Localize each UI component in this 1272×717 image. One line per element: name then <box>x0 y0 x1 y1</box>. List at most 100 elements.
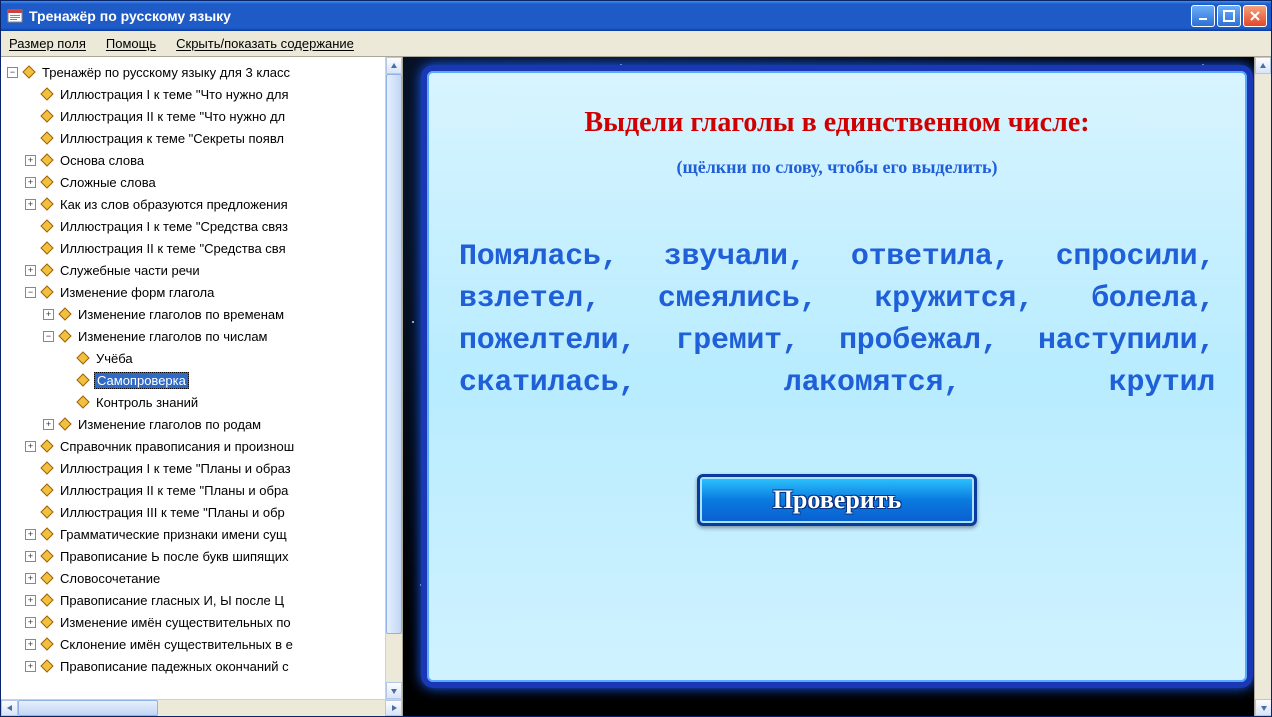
expand-icon[interactable]: + <box>25 177 36 188</box>
diamond-icon <box>58 307 72 321</box>
titlebar[interactable]: Тренажёр по русскому языку <box>1 1 1271 31</box>
tree-node[interactable]: Самопроверка <box>7 369 402 391</box>
tree-node[interactable]: + Правописание гласных И, Ы после Ц <box>7 589 402 611</box>
expander-blank <box>25 111 36 122</box>
tree-node[interactable]: Иллюстрация к теме "Секреты появл <box>7 127 402 149</box>
scroll-right-button[interactable] <box>385 700 402 716</box>
tree-node[interactable]: Иллюстрация II к теме "Средства свя <box>7 237 402 259</box>
diamond-icon <box>40 175 54 189</box>
word[interactable]: взлетел <box>459 282 583 316</box>
diamond-icon <box>76 351 90 365</box>
expand-icon[interactable]: + <box>25 441 36 452</box>
content-pane: Выдели глаголы в единственном числе: (щё… <box>403 57 1271 716</box>
collapse-icon[interactable]: − <box>7 67 18 78</box>
tree-node[interactable]: + Изменение имён существительных по <box>7 611 402 633</box>
scroll-down-button[interactable] <box>386 682 402 699</box>
tree-node-label: Как из слов образуются предложения <box>58 197 290 212</box>
tree-node[interactable]: Учёба <box>7 347 402 369</box>
word[interactable]: пожелтели <box>459 324 618 358</box>
scroll-up-button[interactable] <box>386 57 402 74</box>
expand-icon[interactable]: + <box>25 529 36 540</box>
word[interactable]: звучали <box>664 240 788 274</box>
hscroll-thumb[interactable] <box>18 700 158 716</box>
maximize-button[interactable] <box>1217 5 1241 27</box>
tree-view[interactable]: −Тренажёр по русскому языку для 3 класс И… <box>1 57 402 699</box>
word[interactable]: спросили <box>1056 240 1198 274</box>
scroll-left-button[interactable] <box>1 700 18 716</box>
app-window: Тренажёр по русскому языку Размер поля П… <box>0 0 1272 717</box>
tree-node[interactable]: +Справочник правописания и произнош <box>7 435 402 457</box>
word[interactable]: кружится <box>874 282 1016 316</box>
expand-icon[interactable]: + <box>25 155 36 166</box>
tree-node[interactable]: +Словосочетание <box>7 567 402 589</box>
tree-node[interactable]: −Изменение глаголов по числам <box>7 325 402 347</box>
tree-node-label: Основа слова <box>58 153 146 168</box>
tree-node[interactable]: + Основа слова <box>7 149 402 171</box>
word[interactable]: лакомятся <box>784 366 943 400</box>
tree-node[interactable]: Иллюстрация I к теме "Средства связ <box>7 215 402 237</box>
expand-icon[interactable]: + <box>25 573 36 584</box>
diamond-icon <box>40 131 54 145</box>
tree-node[interactable]: Иллюстрация I к теме "Что нужно для <box>7 83 402 105</box>
tree-node[interactable]: − Изменение форм глагола <box>7 281 402 303</box>
word[interactable]: наступили <box>1038 324 1197 358</box>
word[interactable]: болела <box>1091 282 1197 316</box>
minimize-button[interactable] <box>1191 5 1215 27</box>
tree-node-label: Учёба <box>94 351 135 366</box>
tree-node-label: Изменение глаголов по родам <box>76 417 263 432</box>
tree-node-label: Изменение глаголов по временам <box>76 307 286 322</box>
content-scroll-up-button[interactable] <box>1255 57 1271 74</box>
expand-icon[interactable]: + <box>25 617 36 628</box>
expand-icon[interactable]: + <box>25 265 36 276</box>
menu-field-size[interactable]: Размер поля <box>9 36 86 51</box>
word[interactable]: скатилась <box>459 366 618 400</box>
tree-node[interactable]: + Как из слов образуются предложения <box>7 193 402 215</box>
menu-toggle-toc[interactable]: Скрыть/показать содержание <box>176 36 354 51</box>
tree-node[interactable]: Иллюстрация I к теме "Планы и образ <box>7 457 402 479</box>
sidebar: −Тренажёр по русскому языку для 3 класс И… <box>1 57 403 716</box>
expand-icon[interactable]: + <box>25 199 36 210</box>
tree-vertical-scrollbar[interactable] <box>385 57 402 699</box>
tree-node-label: Изменение форм глагола <box>58 285 216 300</box>
word[interactable]: ответила <box>851 240 993 274</box>
menu-help[interactable]: Помощь <box>106 36 156 51</box>
collapse-icon[interactable]: − <box>25 287 36 298</box>
expand-icon[interactable]: + <box>43 309 54 320</box>
tree-horizontal-scrollbar[interactable] <box>1 699 402 716</box>
word[interactable]: крутил <box>1109 366 1215 400</box>
tree-node-label: Правописание гласных И, Ы после Ц <box>58 593 286 608</box>
tree-node[interactable]: +Склонение имён существительных в е <box>7 633 402 655</box>
scroll-thumb[interactable] <box>386 74 402 634</box>
word[interactable]: пробежал <box>839 324 981 358</box>
expand-icon[interactable]: + <box>25 551 36 562</box>
tree-node[interactable]: +Правописание Ь после букв шипящих <box>7 545 402 567</box>
tree-node[interactable]: Иллюстрация II к теме "Что нужно дл <box>7 105 402 127</box>
tree-node-label: Иллюстрация II к теме "Средства свя <box>58 241 288 256</box>
tree-node[interactable]: +Правописание падежных окончаний с <box>7 655 402 677</box>
tree-node[interactable]: Иллюстрация II к теме "Планы и обра <box>7 479 402 501</box>
tree-node[interactable]: + Изменение глаголов по родам <box>7 413 402 435</box>
expand-icon[interactable]: + <box>25 639 36 650</box>
close-button[interactable] <box>1243 5 1267 27</box>
content-vertical-scrollbar[interactable] <box>1254 57 1271 716</box>
word[interactable]: гремит <box>676 324 782 358</box>
exercise-hint: (щёлкни по слову, чтобы его выделить) <box>453 157 1221 178</box>
tree-node[interactable]: Иллюстрация III к теме "Планы и обр <box>7 501 402 523</box>
expand-icon[interactable]: + <box>25 595 36 606</box>
tree-node[interactable]: −Тренажёр по русскому языку для 3 класс <box>7 61 402 83</box>
tree-node-label: Изменение имён существительных по <box>58 615 293 630</box>
tree-node[interactable]: +Служебные части речи <box>7 259 402 281</box>
tree-node[interactable]: +Сложные слова <box>7 171 402 193</box>
tree-node[interactable]: Контроль знаний <box>7 391 402 413</box>
word[interactable]: смеялись <box>658 282 800 316</box>
check-button[interactable]: Проверить <box>697 474 977 526</box>
tree-node[interactable]: + Изменение глаголов по временам <box>7 303 402 325</box>
word[interactable]: Помялась <box>459 240 601 274</box>
expand-icon[interactable]: + <box>25 661 36 672</box>
tree-node[interactable]: +Грамматические признаки имени сущ <box>7 523 402 545</box>
collapse-icon[interactable]: − <box>43 331 54 342</box>
diamond-icon <box>40 483 54 497</box>
content-scroll-down-button[interactable] <box>1255 699 1271 716</box>
expand-icon[interactable]: + <box>43 419 54 430</box>
tree-node-label: Иллюстрация I к теме "Что нужно для <box>58 87 291 102</box>
